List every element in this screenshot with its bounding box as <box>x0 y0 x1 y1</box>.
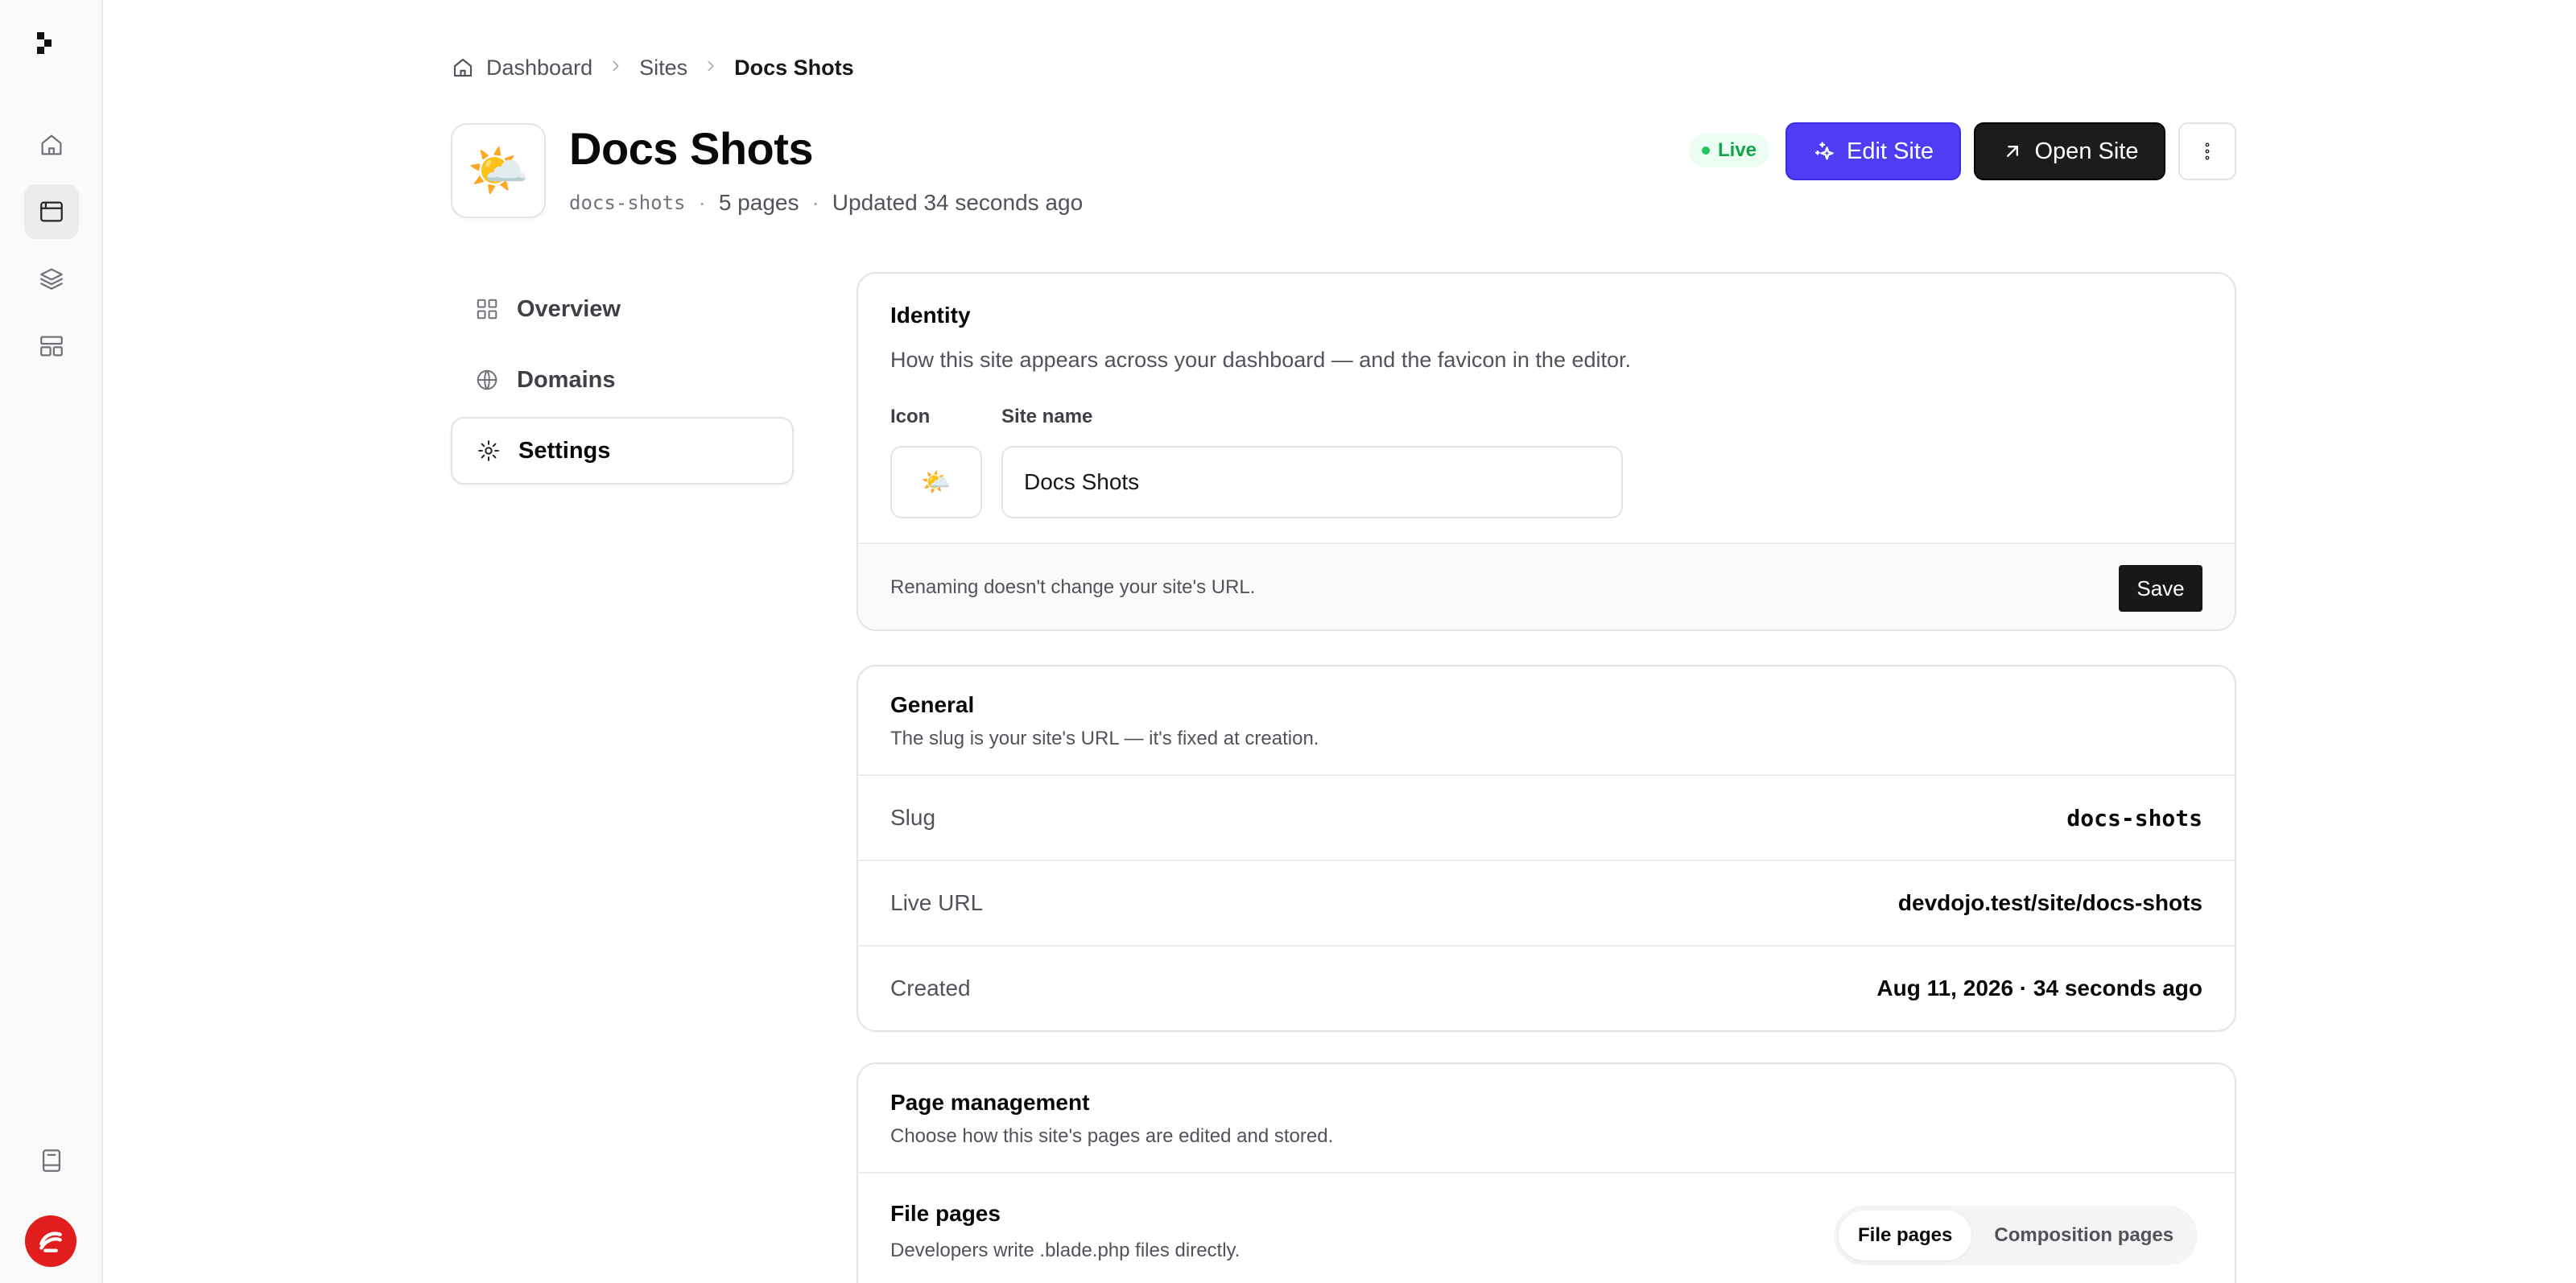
option-file-pages[interactable]: File pages <box>1839 1211 1972 1260</box>
rail-layers-button[interactable] <box>24 251 79 306</box>
nav-item-domains[interactable]: Domains <box>451 346 794 414</box>
site-updated: Updated 34 seconds ago <box>832 190 1084 215</box>
more-actions-button[interactable] <box>2178 122 2236 180</box>
layers-icon <box>40 268 63 290</box>
more-vertical-icon <box>2205 142 2210 160</box>
page-mode-title: File pages <box>890 1201 1001 1226</box>
sparkles-icon <box>1814 142 1834 160</box>
settings-nav: Overview Domains Settings <box>451 275 794 488</box>
identity-card: Identity How this site appears across yo… <box>857 272 2236 631</box>
slug-row: Slug docs-shots <box>858 774 2235 860</box>
app-logo[interactable] <box>37 32 56 55</box>
edit-site-label: Edit Site <box>1847 138 1934 164</box>
breadcrumb-current: Docs Shots <box>734 55 854 80</box>
breadcrumb: Dashboard Sites Docs Shots <box>451 52 854 84</box>
status-label: Live <box>1718 139 1757 161</box>
gear-icon <box>478 440 499 461</box>
arrow-up-right-icon <box>2006 146 2018 157</box>
chevron-right-icon <box>702 56 720 80</box>
site-name-label: Site name <box>1001 406 1093 427</box>
site-meta: docs-shots · 5 pages · Updated 34 second… <box>569 190 1083 216</box>
status-badge: Live <box>1689 134 1770 167</box>
general-title: General <box>890 692 975 717</box>
row-label: Slug <box>890 805 936 830</box>
page-management-title: Page management <box>890 1090 1090 1115</box>
nav-item-label: Overview <box>517 295 621 322</box>
breadcrumb-dashboard-label: Dashboard <box>486 55 593 80</box>
user-avatar[interactable] <box>25 1215 76 1267</box>
home-icon <box>41 134 62 155</box>
page-management-description: Choose how this site's pages are edited … <box>890 1125 1334 1147</box>
icon-label: Icon <box>890 406 931 427</box>
brand-logo-icon <box>39 1231 62 1252</box>
rail-sites-button[interactable] <box>24 184 79 239</box>
rail-templates-button[interactable] <box>24 319 79 373</box>
rail-docs-button[interactable] <box>24 1133 79 1188</box>
option-composition-pages[interactable]: Composition pages <box>1975 1211 2193 1260</box>
browser-window-icon <box>40 201 63 222</box>
live-url-row: Live URL devdojo.test/site/docs-shots <box>858 860 2235 945</box>
created-value: Aug 11, 2026 · 34 seconds ago <box>1876 976 2202 1000</box>
general-description: The slug is your site's URL — it's fixed… <box>890 728 1319 749</box>
row-label: Created <box>890 976 971 1000</box>
breadcrumb-dashboard[interactable]: Dashboard <box>451 56 592 80</box>
book-icon <box>42 1149 61 1172</box>
edit-site-button[interactable]: Edit Site <box>1785 122 1961 180</box>
page-mode-toggle: File pages Composition pages <box>1834 1206 2198 1265</box>
rail-home-button[interactable] <box>24 118 79 172</box>
created-row: Created Aug 11, 2026 · 34 seconds ago <box>858 945 2235 1030</box>
site-slug: docs-shots <box>569 192 686 214</box>
live-url-value[interactable]: devdojo.test/site/docs-shots <box>1898 890 2202 916</box>
site-page-count: 5 pages <box>718 190 799 215</box>
chevron-right-icon <box>607 56 625 80</box>
nav-item-label: Settings <box>518 437 611 464</box>
nav-item-label: Domains <box>517 366 616 393</box>
rename-note: Renaming doesn't change your site's URL. <box>890 576 1256 598</box>
divider <box>858 1172 2235 1174</box>
status-dot <box>1702 146 1710 155</box>
page-management-card: Page management Choose how this site's p… <box>857 1062 2236 1283</box>
row-label: Live URL <box>890 890 984 915</box>
breadcrumb-sites[interactable]: Sites <box>639 56 687 80</box>
identity-description: How this site appears across your dashbo… <box>890 348 1632 372</box>
layout-icon <box>40 336 63 357</box>
grid-icon <box>477 299 497 320</box>
home-icon <box>453 58 473 77</box>
nav-item-overview[interactable]: Overview <box>451 275 794 343</box>
site-icon: 🌤️ <box>451 123 546 218</box>
meta-separator: · <box>698 190 706 215</box>
save-button[interactable]: Save <box>2119 565 2202 612</box>
globe-icon <box>477 369 497 390</box>
page-title: Docs Shots <box>569 123 814 174</box>
general-card: General The slug is your site's URL — it… <box>857 665 2236 1032</box>
icon-picker[interactable]: 🌤️ <box>890 446 982 518</box>
identity-footer: Renaming doesn't change your site's URL.… <box>858 542 2235 629</box>
nav-item-settings[interactable]: Settings <box>451 417 794 485</box>
page-mode-description: Developers write .blade.php files direct… <box>890 1240 1241 1261</box>
open-site-button[interactable]: Open Site <box>1974 122 2165 180</box>
app-rail <box>0 0 103 1283</box>
meta-separator: · <box>811 190 819 215</box>
identity-title: Identity <box>890 303 971 328</box>
open-site-label: Open Site <box>2034 138 2139 164</box>
site-name-input[interactable] <box>1001 446 1623 518</box>
slug-value: docs-shots <box>2066 804 2202 831</box>
